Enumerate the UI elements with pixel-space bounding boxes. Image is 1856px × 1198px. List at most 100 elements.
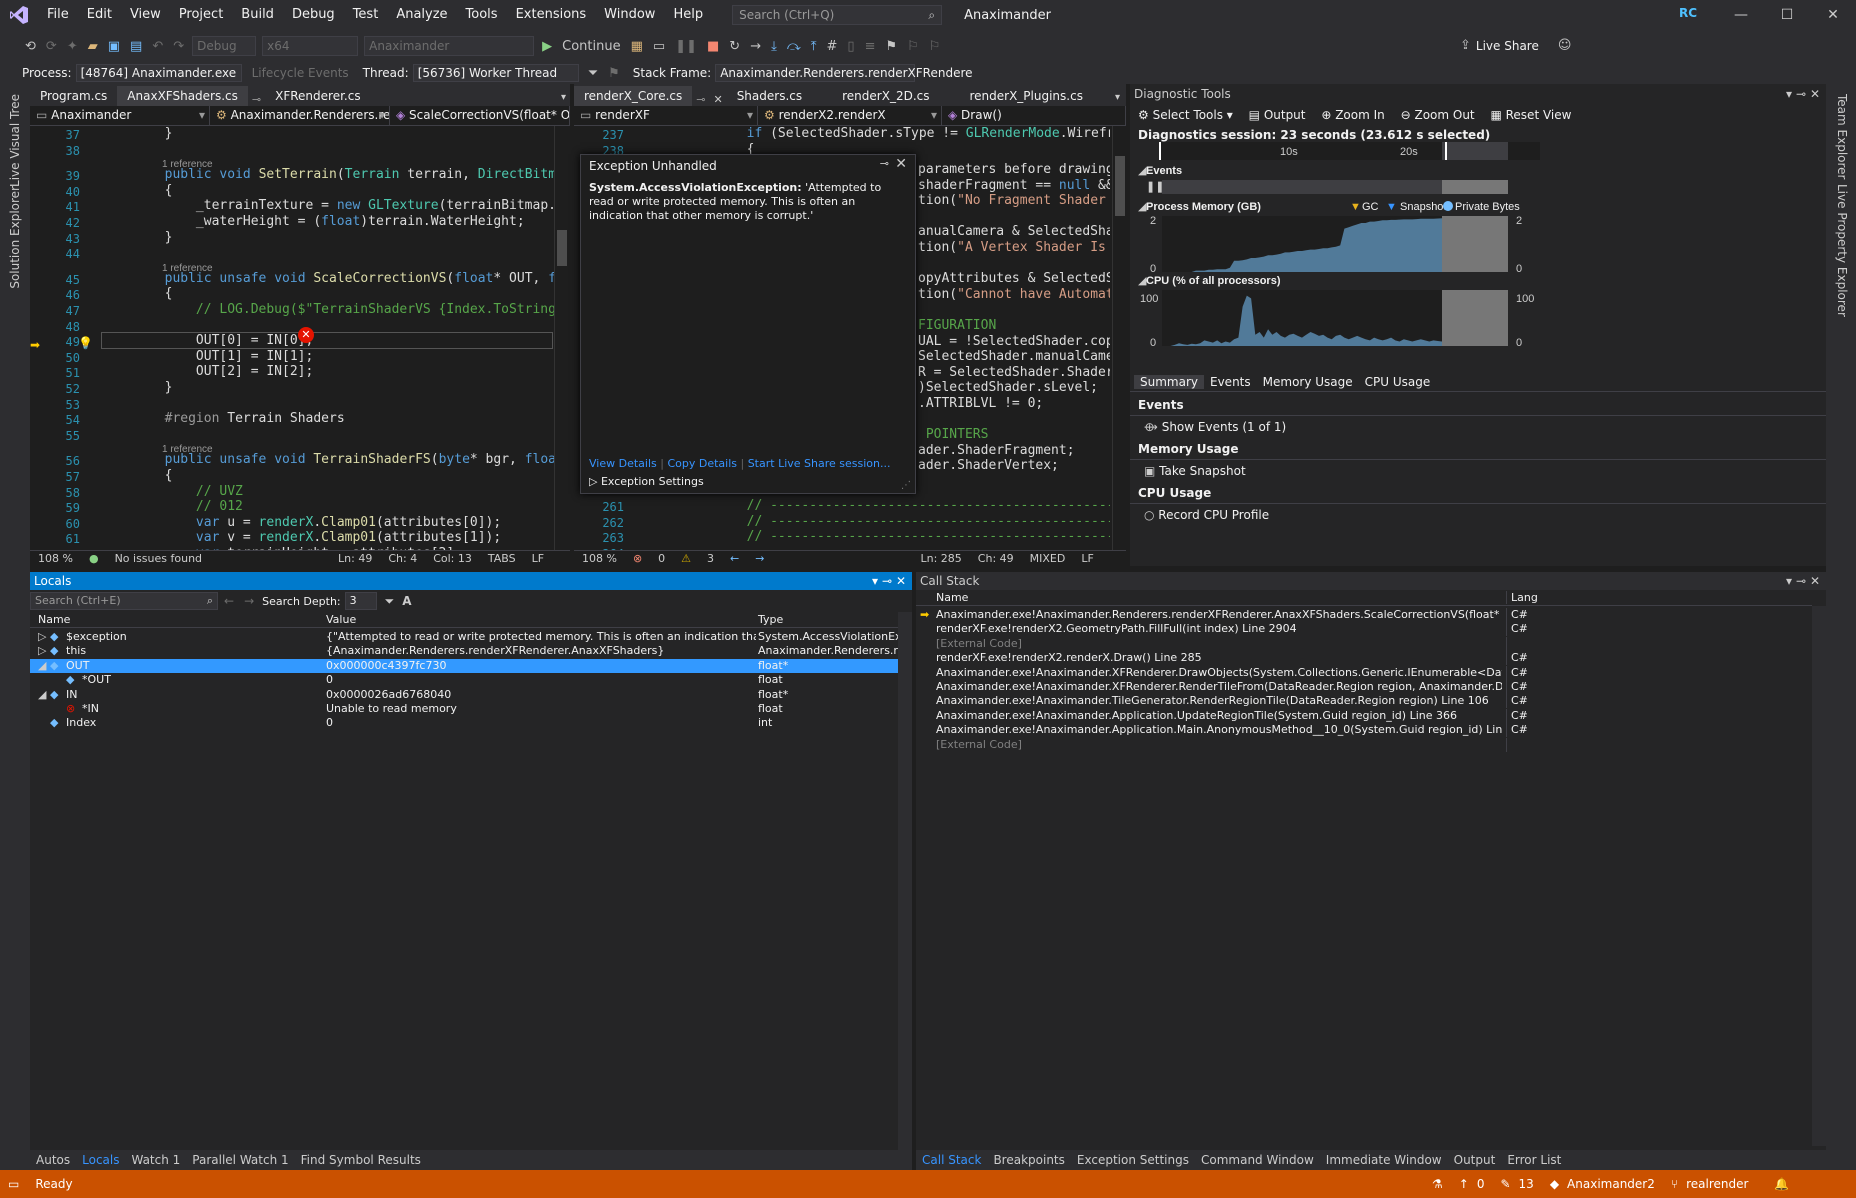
code-fragment[interactable]: ader.ShaderVertex;	[918, 458, 1059, 473]
locals-row[interactable]: ◆ Index 0 int	[30, 716, 898, 730]
code-line[interactable]: }	[102, 230, 173, 245]
callstack-row[interactable]: [External Code]	[916, 737, 1812, 752]
solution-explorer-tab[interactable]: Solution Explorer	[8, 186, 22, 289]
continue-icon[interactable]: ▶	[537, 39, 557, 54]
local-value[interactable]: {Anaximander.Renderers.renderXFRenderer.…	[326, 644, 756, 658]
repo-name[interactable]: Anaximander2	[1567, 1177, 1663, 1191]
local-value[interactable]: {"Attempted to read or write protected m…	[326, 630, 756, 644]
menu-debug[interactable]: Debug	[283, 0, 344, 30]
minimize-icon[interactable]: —	[1718, 0, 1764, 30]
code-line[interactable]: var v = renderX.Clamp01(attributes[1]);	[102, 530, 501, 545]
tab-call-stack[interactable]: Call Stack	[916, 1153, 987, 1167]
avatar[interactable]: RC	[1679, 6, 1703, 24]
pin-icon[interactable]: ⊸	[1796, 572, 1806, 590]
open-icon[interactable]: ▰	[83, 39, 103, 54]
close-icon[interactable]: ✕	[1810, 84, 1820, 104]
expander-icon[interactable]: ▷	[38, 630, 50, 644]
tab-program-cs[interactable]: Program.cs	[30, 86, 117, 106]
menu-file[interactable]: File	[38, 0, 78, 30]
local-value[interactable]: 0	[326, 716, 756, 730]
bookmark-next-icon[interactable]: ⚐	[924, 39, 946, 54]
callstack-row[interactable]: [External Code]	[916, 636, 1812, 651]
locals-row[interactable]: ▷ ◆ $exception {"Attempted to read or write…	[30, 630, 898, 644]
zoom-out-button[interactable]: ⊖ Zoom Out	[1395, 104, 1481, 126]
nav-project-select[interactable]: ▭ Anaximander ▾	[30, 106, 210, 126]
tab-locals[interactable]: Locals	[76, 1153, 125, 1167]
close-icon[interactable]: ✕	[896, 572, 906, 590]
menu-extensions[interactable]: Extensions	[507, 0, 596, 30]
undo-icon[interactable]: ↶	[147, 39, 168, 54]
close-icon[interactable]: ✕	[1810, 572, 1820, 590]
local-value[interactable]: Unable to read memory	[326, 702, 756, 716]
code-fragment[interactable]: ader.ShaderFragment;	[918, 443, 1075, 458]
dropdown-icon[interactable]: ▾	[872, 572, 878, 590]
platform-select[interactable]: x64	[262, 36, 359, 56]
tab-watch-1[interactable]: Watch 1	[125, 1153, 186, 1167]
expander-icon[interactable]	[48, 673, 60, 687]
code-line[interactable]: // UVZ	[102, 484, 243, 499]
live-share-button[interactable]: Live Share	[1476, 39, 1539, 53]
font-icon[interactable]: A	[402, 594, 411, 608]
expander-icon[interactable]	[48, 702, 60, 716]
tab-command-window[interactable]: Command Window	[1195, 1153, 1320, 1167]
step-out-icon[interactable]: ⤒	[806, 39, 822, 54]
locals-row[interactable]: ◢ ◆ OUT 0x000000c4397fc730 float*	[30, 658, 898, 673]
live-share-icon[interactable]: ⇪	[1455, 38, 1476, 53]
flag-icon[interactable]: ⚑	[603, 66, 625, 81]
menu-build[interactable]: Build	[232, 0, 283, 30]
code-line[interactable]: // -------------------------------------…	[684, 529, 1110, 544]
right-editor-scrollbar[interactable]	[1112, 126, 1126, 550]
continue-button[interactable]: Continue	[557, 39, 625, 54]
project-select[interactable]: Anaximander	[364, 36, 535, 56]
callstack-row[interactable]: Anaximander.exe!Anaximander.Application.…	[916, 723, 1812, 738]
lifecycle-events-button[interactable]: Lifecycle Events	[252, 66, 349, 80]
branch-name[interactable]: realrender	[1686, 1177, 1756, 1191]
changes-count[interactable]: 13	[1519, 1177, 1542, 1191]
error-count[interactable]: 0	[650, 552, 673, 565]
tab-renderx-core-cs[interactable]: renderX_Core.cs	[574, 86, 693, 106]
code-line[interactable]: // LOG.Debug($"TerrainShaderVS {Index.To…	[102, 302, 560, 317]
expander-icon[interactable]	[38, 716, 50, 730]
lightbulb-icon[interactable]: 💡	[78, 336, 93, 350]
callstack-row[interactable]: Anaximander.exe!Anaximander.Application.…	[916, 708, 1812, 723]
live-share-link[interactable]: Start Live Share session...	[748, 457, 891, 470]
locals-row[interactable]: ⊗ *IN Unable to read memory float	[30, 702, 898, 716]
nav-member-select[interactable]: ◈ ScaleCorrectionVS(float* OUT, flo	[390, 106, 570, 126]
code-line[interactable]: OUT[0] = IN[0];	[101, 332, 553, 350]
view-details-link[interactable]: View Details	[589, 457, 657, 470]
nav-project-select[interactable]: ▭ renderXF ▾	[574, 106, 758, 126]
record-cpu-action[interactable]: ○ Record CPU Profile	[1130, 504, 1826, 526]
col-name[interactable]: Name	[936, 591, 968, 604]
test-icon[interactable]: ⚗	[1424, 1177, 1451, 1191]
config-select[interactable]: Debug	[192, 36, 257, 56]
tab-renderx-2d-cs[interactable]: renderX_2D.cs	[832, 86, 939, 106]
reset-view-button[interactable]: ▦ Reset View	[1484, 104, 1577, 126]
save-icon[interactable]: ▣	[103, 39, 125, 54]
close-icon[interactable]: ✕	[1810, 0, 1856, 30]
callstack-row[interactable]: ➡ Anaximander.exe!Anaximander.Renderers.r…	[916, 608, 1812, 622]
tabs-indicator[interactable]: TABS	[480, 552, 524, 565]
expander-icon[interactable]: ▷	[38, 644, 50, 658]
search-forward-icon[interactable]: →	[240, 594, 258, 608]
tab-shaders-cs[interactable]: Shaders.cs	[727, 86, 812, 106]
hot-reload-icon[interactable]: ▦	[626, 39, 648, 54]
menu-view[interactable]: View	[121, 0, 170, 30]
code-fragment[interactable]: tion("Cannot have Automatic Co	[918, 287, 1110, 302]
tab-memory-usage[interactable]: Memory Usage	[1257, 375, 1359, 389]
search-depth-select[interactable]: 3	[344, 592, 377, 610]
issues-status[interactable]: No issues found	[107, 552, 210, 565]
locals-search-input[interactable]: Search (Ctrl+E) ⌕	[30, 592, 218, 610]
step-over-icon[interactable]: ⤼	[782, 39, 806, 54]
format-icon[interactable]: ≡	[860, 39, 881, 54]
locals-row[interactable]: ◆ *OUT 0 float	[30, 673, 898, 687]
pin-icon[interactable]: ⊸	[248, 93, 265, 106]
callstack-row[interactable]: Anaximander.exe!Anaximander.TileGenerato…	[916, 694, 1812, 709]
tab-find-symbol-results[interactable]: Find Symbol Results	[295, 1153, 427, 1167]
tab-events[interactable]: Events	[1204, 375, 1257, 389]
code-fragment[interactable]: shaderFragment == null && Selec	[918, 178, 1110, 193]
menu-help[interactable]: Help	[664, 0, 712, 30]
locals-row[interactable]: ▷ ◆ this {Anaximander.Renderers.renderXFRen…	[30, 644, 898, 658]
maximize-icon[interactable]: ☐	[1764, 0, 1810, 30]
diagnostic-timeline[interactable]: 10s 20s ◢ Events ❚❚ ◢ Process Memory (GB…	[1130, 142, 1826, 372]
screen-icon[interactable]: ▭	[648, 39, 670, 54]
